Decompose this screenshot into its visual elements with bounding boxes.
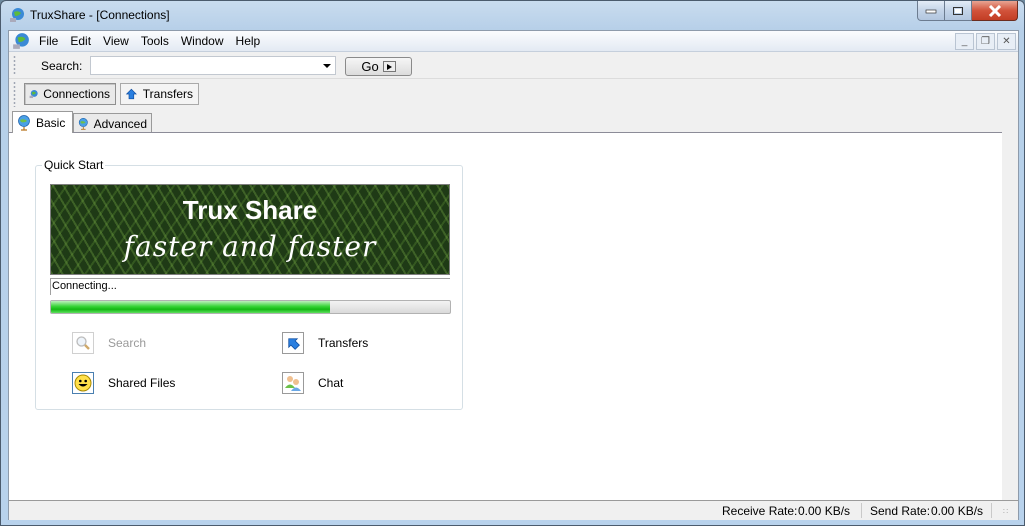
receive-rate-value: 0.00 KB/s [798, 504, 851, 518]
go-button-label: Go [361, 59, 379, 74]
mdi-close-button[interactable]: ✕ [997, 33, 1016, 50]
mdi-restore-button[interactable]: ❐ [976, 33, 995, 50]
search-label: Search: [41, 59, 83, 73]
magnifier-icon [72, 332, 94, 354]
menu-tools[interactable]: Tools [135, 34, 175, 48]
transfers-label: Transfers [142, 87, 193, 101]
connections-label: Connections [43, 87, 110, 101]
go-button[interactable]: Go [345, 57, 412, 76]
tab-advanced-label: Advanced [93, 116, 147, 131]
quick-shared-files-label: Shared Files [108, 376, 176, 390]
globe-icon [18, 114, 30, 131]
chevron-down-icon[interactable] [323, 64, 331, 68]
close-icon: ✕ [1002, 36, 1011, 47]
quick-chat-label: Chat [318, 376, 344, 390]
globe-icon [78, 117, 88, 130]
minimize-button[interactable] [917, 1, 945, 21]
play-icon [382, 61, 396, 72]
quick-chat-item[interactable]: Chat [282, 372, 343, 394]
connection-status: Connecting... [50, 278, 450, 295]
search-toolbar: Search: Go [9, 52, 1018, 79]
restore-icon: ❐ [981, 36, 990, 47]
quick-search-item[interactable]: Search [72, 332, 146, 354]
truxshare-banner: Trux Share faster and faster [50, 184, 450, 275]
close-button[interactable] [972, 1, 1018, 21]
view-toolbar: Connections Transfers [9, 79, 1018, 109]
progress-fill [51, 301, 331, 313]
minimize-icon [925, 9, 937, 13]
document-icon[interactable] [12, 32, 30, 50]
right-gutter [1002, 132, 1018, 500]
chat-users-icon [282, 372, 304, 394]
search-combobox[interactable] [90, 56, 336, 75]
search-input[interactable] [91, 57, 317, 73]
menu-edit[interactable]: Edit [64, 34, 97, 48]
transfer-arrow-icon [282, 332, 304, 354]
resize-grip-icon[interactable]: ∷ [1003, 507, 1008, 516]
menu-view[interactable]: View [97, 34, 135, 48]
status-separator [991, 503, 992, 518]
transfers-button[interactable]: Transfers [120, 83, 199, 105]
toolbar-grip[interactable] [13, 55, 16, 75]
quick-start-title: Quick Start [42, 158, 106, 172]
banner-subtitle: faster and faster [123, 230, 377, 263]
receive-rate-label: Receive Rate: [722, 504, 798, 518]
quick-search-label: Search [108, 336, 147, 350]
menu-file[interactable]: File [33, 34, 64, 48]
smiley-icon [72, 372, 94, 394]
toolbar-grip[interactable] [13, 81, 16, 107]
tab-advanced[interactable]: Advanced [73, 113, 152, 133]
transfer-arrow-icon [125, 88, 137, 100]
quick-transfers-label: Transfers [318, 336, 369, 350]
menu-bar: File Edit View Tools Window Help _ ❐ ✕ [9, 31, 1018, 52]
status-bar: Receive Rate: 0.00 KB/s Send Rate: 0.00 … [9, 500, 1018, 520]
title-bar[interactable]: TruxShare - [Connections] [1, 1, 1024, 30]
maximize-icon [953, 6, 963, 15]
app-window: TruxShare - [Connections] File Edit View… [0, 0, 1025, 526]
basic-tab-panel: Quick Start Trux Share faster and faster… [9, 132, 1002, 502]
close-icon [988, 4, 1001, 17]
client-area: File Edit View Tools Window Help _ ❐ ✕ S… [8, 30, 1019, 520]
globe-network-icon [29, 89, 38, 99]
tab-basic[interactable]: Basic [12, 111, 73, 133]
connections-button[interactable]: Connections [24, 83, 116, 105]
quick-start-group: Quick Start Trux Share faster and faster… [35, 158, 463, 410]
menu-help[interactable]: Help [230, 34, 267, 48]
maximize-button[interactable] [945, 1, 972, 21]
app-logo-icon [10, 8, 24, 22]
send-rate-label: Send Rate: [870, 504, 931, 518]
quick-transfers-item[interactable]: Transfers [282, 332, 368, 354]
banner-title: Trux Share [182, 195, 318, 225]
send-rate-value: 0.00 KB/s [931, 504, 984, 518]
minimize-icon: _ [961, 36, 968, 47]
menu-window[interactable]: Window [175, 34, 230, 48]
window-title: TruxShare - [Connections] [30, 8, 170, 22]
mdi-minimize-button[interactable]: _ [955, 33, 974, 50]
quick-shared-files-item[interactable]: Shared Files [72, 372, 175, 394]
status-separator [861, 503, 862, 518]
tab-strip: Basic Advanced [9, 111, 1009, 133]
connection-progress-bar [50, 300, 451, 314]
tab-basic-label: Basic [36, 115, 66, 130]
